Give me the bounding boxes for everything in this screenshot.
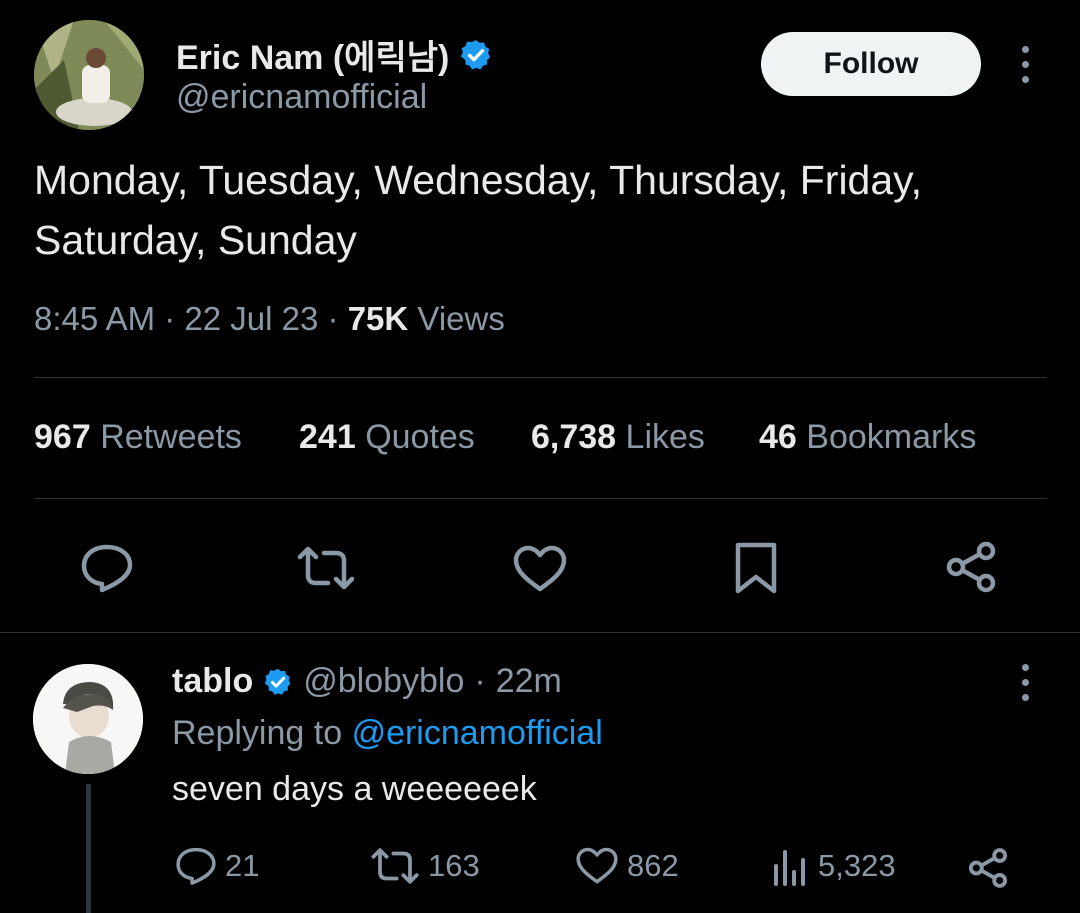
tweet-text: Monday, Tuesday, Wednesday, Thursday, Fr… [34,150,922,270]
retweet-icon[interactable] [296,545,356,591]
reply-reply-action[interactable]: 21 [175,846,259,886]
replying-to-line: Replying to @ericnamofficial [172,714,603,753]
thread-line [86,784,91,913]
divider [0,632,1080,633]
reply-more-options-icon[interactable] [1018,664,1032,701]
reply-author-name[interactable]: tablo [172,662,253,701]
reply-icon [176,847,216,885]
verified-badge-icon [461,39,491,69]
author-name-text[interactable]: Eric Nam (에릭남) [176,30,449,79]
tweet-text-line-1: Monday, Tuesday, Wednesday, Thursday, Fr… [34,157,923,203]
more-options-icon[interactable] [1018,46,1032,83]
reply-time[interactable]: 22m [496,662,562,701]
divider [34,377,1047,378]
share-icon[interactable] [944,540,998,594]
reply-header: tablo @blobyblo · 22m [172,662,562,701]
stat-count: 46 [759,418,797,456]
views-count: 75K [347,300,409,337]
follow-button[interactable]: Follow [761,32,981,96]
author-avatar[interactable] [34,20,144,130]
author-handle[interactable]: @ericnamofficial [176,78,427,117]
reply-avatar[interactable] [33,664,143,774]
replying-to-link[interactable]: @ericnamofficial [352,714,603,752]
views-count: 5,323 [818,848,896,883]
tweet-meta: 8:45 AM · 22 Jul 23 · 75K Views [34,300,505,338]
stat-quotes[interactable]: 241 Quotes [299,418,475,457]
reply-author-handle[interactable]: @blobyblo [303,662,464,701]
meta-separator: · [164,300,176,337]
views-label: Views [417,300,505,337]
reply-like-action[interactable]: 862 [575,846,679,886]
divider [34,498,1047,499]
like-count: 862 [627,848,679,883]
stat-count: 967 [34,418,91,456]
stat-count: 241 [299,418,356,456]
stat-likes[interactable]: 6,738 Likes [531,418,705,457]
reply-count: 21 [225,848,260,883]
verified-badge-icon [264,668,291,695]
stat-label: Bookmarks [806,418,977,456]
views-icon [774,850,805,886]
replying-prefix: Replying to [172,714,343,752]
reply-text: seven days a weeeeeek [172,770,537,808]
tweet-date[interactable]: 22 Jul 23 [184,300,318,337]
bookmark-icon[interactable] [734,541,778,595]
retweet-icon [371,848,419,884]
author-name[interactable]: Eric Nam (에릭남) [176,30,493,79]
stat-bookmarks[interactable]: 46 Bookmarks [759,418,976,457]
meta-separator: · [327,300,339,337]
stat-label: Retweets [100,418,242,456]
reply-icon[interactable] [80,543,134,593]
stat-retweets[interactable]: 967 Retweets [34,418,242,457]
tweet-time[interactable]: 8:45 AM [34,300,155,337]
retweet-count: 163 [428,848,480,883]
like-icon[interactable] [512,545,568,593]
reply-views-action[interactable]: 5,323 [770,846,896,886]
reply-separator: · [474,662,486,700]
stat-label: Quotes [365,418,475,456]
stat-count: 6,738 [531,418,617,456]
reply-retweet-action[interactable]: 163 [370,846,480,886]
like-icon [576,847,618,884]
tweet-text-line-2: Saturday, Sunday [34,217,357,263]
stat-label: Likes [625,418,705,456]
reply-share-icon[interactable] [967,847,1009,889]
